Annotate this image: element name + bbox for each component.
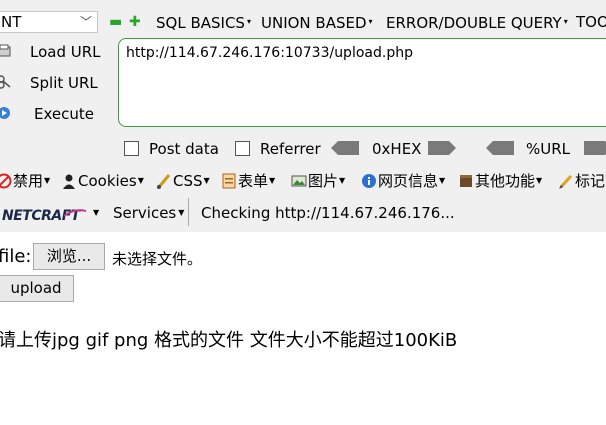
ext-css[interactable]: CSS▼ <box>156 170 210 192</box>
services-menu[interactable]: Services ▼ <box>113 202 184 224</box>
menu-label: UNION BASED <box>261 14 367 32</box>
hex-label-wrap: 0xHEX <box>372 138 421 160</box>
menu-label: TOO <box>576 13 606 31</box>
netcraft-swoosh-icon <box>64 209 86 217</box>
menu-error-double-query[interactable]: ERROR/DOUBLE QUERY ▾ <box>386 12 568 33</box>
hex-label: 0xHEX <box>372 140 422 158</box>
ext-disable[interactable]: 禁用▼ <box>0 170 50 192</box>
checkbox-box[interactable] <box>235 141 250 156</box>
css-brush-icon <box>157 174 171 189</box>
upload-button[interactable]: upload <box>0 275 74 302</box>
toolbar-divider <box>188 198 189 226</box>
ext-page-info[interactable]: 网页信息▼ <box>361 170 445 192</box>
split-url-icon <box>0 75 11 89</box>
ext-label: 图片 <box>308 172 339 190</box>
disable-icon <box>0 173 12 189</box>
dropdown-arrow-icon: ▼ <box>439 176 446 185</box>
split-url-button[interactable]: Split URL <box>0 70 112 96</box>
dropdown-arrow-icon: ▼ <box>203 176 210 185</box>
url-label-wrap: %URL <box>526 138 570 160</box>
url-decode-arrow-icon[interactable] <box>486 141 514 155</box>
page-content: file: 浏览... 未选择文件。 upload 请上传jpg gif png… <box>0 232 606 425</box>
no-file-selected-text: 未选择文件。 <box>112 250 203 268</box>
ext-forms[interactable]: 表单▼ <box>221 170 275 192</box>
ext-label: 标记 <box>575 172 606 190</box>
dropdown-arrow-icon: ▾ <box>563 17 568 26</box>
browse-button[interactable]: 浏览... <box>33 243 105 270</box>
plus-icon[interactable]: ✚ <box>129 15 141 29</box>
execute-label: Execute <box>34 105 94 123</box>
load-url-label: Load URL <box>30 43 101 61</box>
dropdown-arrow-icon: ▼ <box>536 176 543 185</box>
ext-label: 其他功能 <box>475 172 536 190</box>
cookies-icon <box>63 174 75 189</box>
ext-label: 表单 <box>238 172 269 190</box>
hex-decode-arrow-icon[interactable] <box>331 141 359 155</box>
execute-icon <box>0 107 10 119</box>
hackbar-toolbar: NT ﹀ ▬ ✚ SQL BASICS ▾ UNION BASED ▾ ERROR/… <box>0 0 606 232</box>
dropdown-arrow-icon: ▼ <box>178 208 185 217</box>
dropdown-arrow-icon: ▾ <box>368 17 373 26</box>
execute-button[interactable]: Execute <box>0 101 112 127</box>
split-url-label: Split URL <box>30 74 98 92</box>
netcraft-toolbar: NETCRAFT ▼ Services ▼ Checking http://114… <box>0 202 606 224</box>
image-icon <box>291 175 307 187</box>
referrer-checkbox[interactable]: Referrer <box>235 138 321 160</box>
dropdown-arrow-icon: ▼ <box>339 176 346 185</box>
load-url-button[interactable]: Load URL <box>0 39 112 65</box>
menu-sql-basics[interactable]: SQL BASICS ▾ <box>156 12 251 33</box>
dropdown-arrow-icon: ▼ <box>269 176 276 185</box>
post-data-label: Post data <box>149 140 219 158</box>
ext-mark[interactable]: 标记 <box>558 170 605 192</box>
info-icon <box>362 174 376 188</box>
ext-misc[interactable]: 其他功能▼ <box>458 170 542 192</box>
hex-encode-arrow-icon[interactable] <box>428 141 456 155</box>
dropdown-arrow-icon: ▼ <box>44 176 51 185</box>
referrer-label: Referrer <box>260 140 321 158</box>
pencil-icon <box>559 174 573 189</box>
ext-label: Cookies <box>78 172 137 190</box>
url-value: http://114.67.246.176:10733/upload.php <box>126 45 413 61</box>
dropdown-arrow-icon[interactable]: ▼ <box>93 202 99 224</box>
chevron-down-icon: ﹀ <box>79 15 92 29</box>
encoding-select[interactable]: NT ﹀ <box>0 11 98 33</box>
encoding-select-value: NT <box>1 13 22 31</box>
netcraft-status: Checking http://114.67.246.176... <box>201 204 455 222</box>
hackbar-menu-row: NT ﹀ ▬ ✚ SQL BASICS ▾ UNION BASED ▾ ERROR/… <box>0 10 606 36</box>
upload-notice: 请上传jpg gif png 格式的文件 文件大小不能超过100KiB <box>0 330 458 351</box>
file-label: file: <box>0 246 32 267</box>
menu-tools[interactable]: TOO <box>576 12 606 32</box>
dropdown-arrow-icon: ▼ <box>137 176 144 185</box>
menu-label: SQL BASICS <box>156 14 245 32</box>
post-data-checkbox[interactable]: Post data <box>124 138 219 160</box>
menu-union-based[interactable]: UNION BASED ▾ <box>261 12 373 33</box>
url-textarea[interactable]: http://114.67.246.176:10733/upload.php <box>118 38 606 127</box>
ext-images[interactable]: 图片▼ <box>291 170 345 192</box>
ext-label: 网页信息 <box>378 172 439 190</box>
url-encode-arrow-icon[interactable] <box>584 141 606 155</box>
misc-icon <box>460 175 472 187</box>
checkbox-box[interactable] <box>124 141 139 156</box>
form-icon <box>222 173 236 189</box>
minus-icon[interactable]: ▬ <box>109 15 122 29</box>
load-url-icon <box>0 44 11 57</box>
dropdown-arrow-icon: ▾ <box>246 17 251 26</box>
url-encode-label: %URL <box>526 140 571 158</box>
services-label: Services <box>113 204 177 222</box>
ext-cookies[interactable]: Cookies▼ <box>61 170 144 192</box>
ext-label: 禁用 <box>13 172 44 190</box>
ext-label: CSS <box>173 172 203 190</box>
menu-label: ERROR/DOUBLE QUERY <box>386 14 562 32</box>
